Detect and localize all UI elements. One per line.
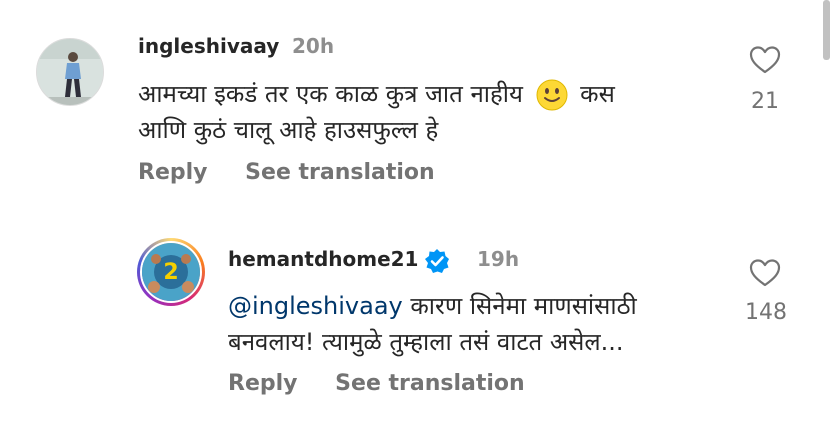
comment-text: @ingleshivaay कारण सिनेमा माणसांसाठी बनव… bbox=[228, 288, 637, 360]
see-translation-button[interactable]: See translation bbox=[335, 371, 525, 396]
verified-badge-icon bbox=[425, 248, 450, 273]
mention-link[interactable]: @ingleshivaay bbox=[228, 292, 403, 320]
comment-username[interactable]: ingleshivaay bbox=[138, 34, 279, 58]
avatar[interactable] bbox=[36, 38, 104, 106]
heart-icon[interactable] bbox=[749, 45, 781, 75]
slightly-smiling-face-icon bbox=[536, 79, 568, 111]
comment-text-line: आमच्या इकडं तर एक काळ कुत्र जात नाहीय bbox=[138, 80, 523, 108]
like-count: 21 bbox=[751, 89, 779, 114]
svg-text:2: 2 bbox=[163, 260, 178, 285]
avatar-photo bbox=[37, 39, 103, 105]
comment-time: 20h bbox=[292, 34, 335, 58]
reply-button[interactable]: Reply bbox=[228, 371, 298, 396]
comment-username-link[interactable]: hemantdhome21 bbox=[228, 247, 418, 271]
comment-text-line: आणि कुठं चालू आहे हाउसफुल्ल हे bbox=[138, 116, 439, 144]
like-count: 148 bbox=[745, 300, 787, 325]
heart-icon[interactable] bbox=[749, 258, 781, 288]
comment-text-line: कारण सिनेमा माणसांसाठी bbox=[402, 292, 637, 320]
scrollbar[interactable] bbox=[823, 0, 830, 60]
comment-text-line: कस bbox=[580, 80, 615, 108]
comment-text: आमच्या इकडं तर एक काळ कुत्र जात नाहीय कस… bbox=[138, 76, 615, 148]
comment-actions: Reply See translation bbox=[228, 371, 555, 396]
avatar[interactable]: 2 bbox=[137, 238, 205, 306]
comment-text-line: बनवलाय! त्यामुळे तुम्हाला तसं वाटत असेल.… bbox=[228, 328, 624, 356]
see-translation-button[interactable]: See translation bbox=[245, 160, 435, 185]
comment-username: hemantdhome21 bbox=[228, 247, 450, 274]
reply-button[interactable]: Reply bbox=[138, 160, 208, 185]
comment-time: 19h bbox=[477, 247, 520, 271]
comment-actions: Reply See translation bbox=[138, 160, 465, 185]
avatar-photo: 2 bbox=[142, 243, 200, 301]
